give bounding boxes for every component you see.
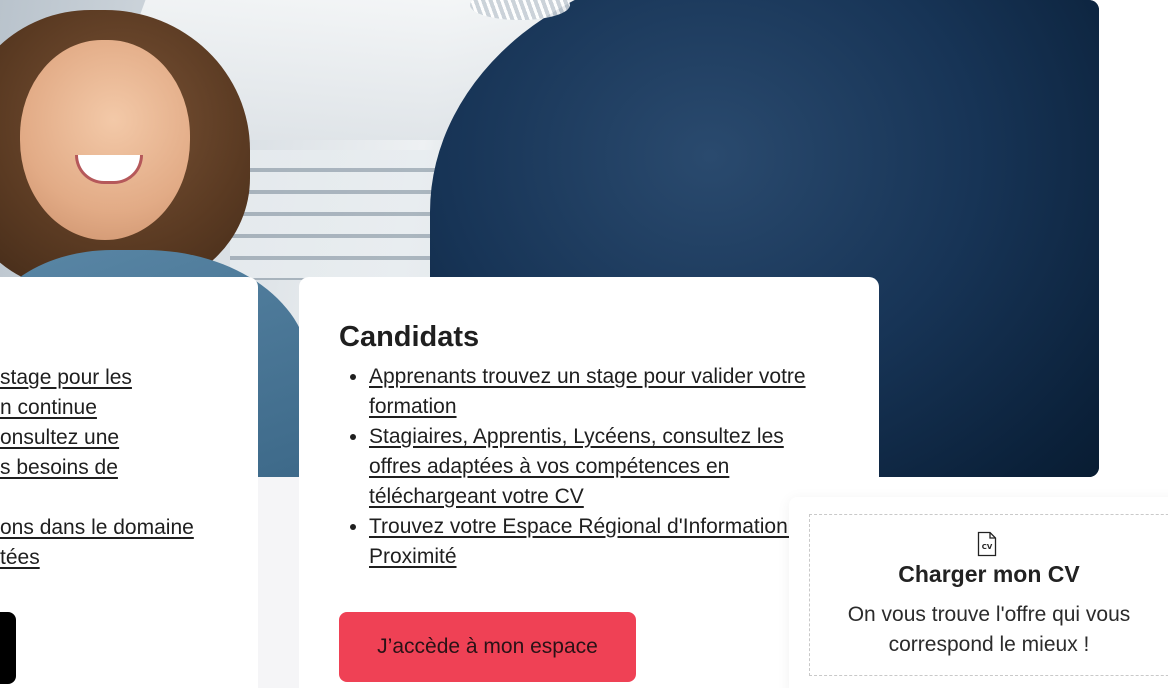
background-band (258, 477, 299, 688)
candidats-title: Candidats (339, 321, 480, 353)
list-item[interactable]: stage pour les (0, 363, 194, 393)
entreprises-link-list: stage pour les n continue onsultez une s… (0, 363, 194, 573)
list-item[interactable]: tées (0, 543, 194, 573)
list-item (0, 483, 194, 513)
cv-upload-title: Charger mon CV (898, 561, 1080, 587)
page: stage pour les n continue onsultez une s… (0, 0, 1168, 688)
list-item: Trouvez votre Espace Régional d'Informat… (369, 512, 839, 572)
espace-regional-link[interactable]: Trouvez votre Espace Régional d'Informat… (369, 515, 817, 568)
entreprises-link[interactable]: ons dans le domaine (0, 516, 194, 539)
entreprises-cta-button[interactable] (0, 612, 16, 684)
entreprises-link[interactable]: stage pour les (0, 366, 132, 389)
list-item[interactable]: ons dans le domaine (0, 513, 194, 543)
cv-upload-dropzone[interactable]: CV Charger mon CV On vous trouve l'offre… (809, 514, 1168, 676)
list-item: Apprenants trouvez un stage pour valider… (369, 362, 839, 422)
cv-upload-description: On vous trouve l'offre qui vous correspo… (847, 603, 1131, 656)
hero-window (230, 150, 450, 280)
entreprises-link[interactable]: onsultez une (0, 426, 119, 449)
entreprises-link[interactable]: n continue (0, 396, 97, 419)
cv-upload-card: CV Charger mon CV On vous trouve l'offre… (789, 497, 1168, 688)
list-item: Stagiaires, Apprentis, Lycéens, consulte… (369, 422, 839, 512)
offres-cv-link[interactable]: Stagiaires, Apprentis, Lycéens, consulte… (369, 425, 784, 508)
list-item[interactable]: s besoins de (0, 453, 194, 483)
entreprises-link[interactable]: s besoins de (0, 456, 118, 479)
access-space-button[interactable]: J’accède à mon espace (339, 612, 636, 682)
candidats-link-list: Apprenants trouvez un stage pour valider… (369, 362, 839, 572)
cv-file-icon: CV (977, 531, 997, 557)
hero-person-face (20, 40, 190, 240)
list-item[interactable]: onsultez une (0, 423, 194, 453)
cv-icon-text: CV (982, 543, 993, 551)
entreprises-card: stage pour les n continue onsultez une s… (0, 277, 258, 688)
entreprises-link[interactable]: tées (0, 546, 40, 569)
list-item[interactable]: n continue (0, 393, 194, 423)
stage-link[interactable]: Apprenants trouvez un stage pour valider… (369, 365, 806, 418)
